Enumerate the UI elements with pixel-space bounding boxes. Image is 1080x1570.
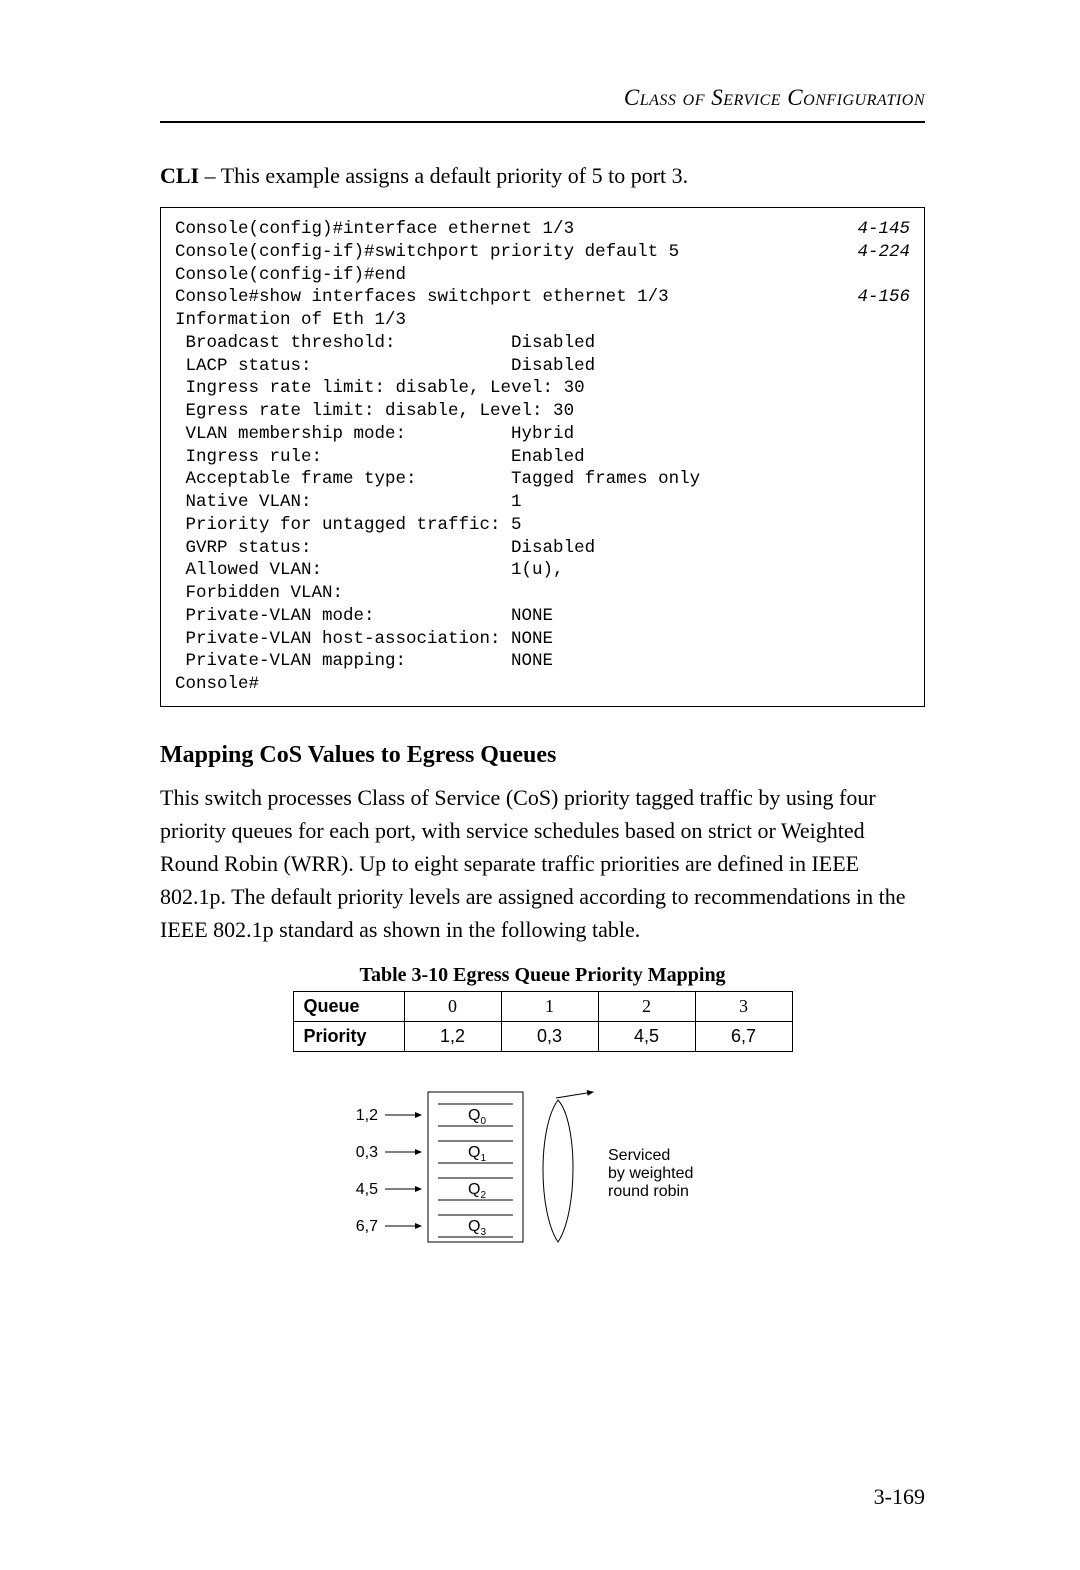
cli-intro-lead: CLI bbox=[160, 163, 199, 188]
row-label: Queue bbox=[293, 991, 404, 1021]
table-cell: 0 bbox=[404, 991, 501, 1021]
cli-line: Private-VLAN host-association: NONE bbox=[175, 628, 910, 651]
cli-line: Allowed VLAN: 1(u), bbox=[175, 559, 910, 582]
section-heading: Mapping CoS Values to Egress Queues bbox=[160, 742, 925, 769]
cli-text: Egress rate limit: disable, Level: 30 bbox=[175, 400, 574, 423]
cli-line: Ingress rule: Enabled bbox=[175, 446, 910, 469]
cli-intro: CLI – This example assigns a default pri… bbox=[160, 163, 925, 189]
cli-line: Ingress rate limit: disable, Level: 30 bbox=[175, 377, 910, 400]
cli-line: LACP status: Disabled bbox=[175, 355, 910, 378]
diagram-input: 1,2 bbox=[355, 1107, 377, 1124]
egress-table: Queue 0 1 2 3 Priority 1,2 0,3 4,5 6,7 bbox=[293, 991, 793, 1052]
cli-page-ref: 4-156 bbox=[837, 286, 910, 309]
cli-text: Private-VLAN mapping: NONE bbox=[175, 650, 553, 673]
cli-text: Information of Eth 1/3 bbox=[175, 309, 406, 332]
queue-diagram-svg: 1,2 Q0 0,3 Q1 4,5 Q2 6,7 bbox=[323, 1082, 763, 1262]
diagram-queue-label: Q1 bbox=[468, 1144, 486, 1164]
cli-text: Ingress rule: Enabled bbox=[175, 446, 585, 469]
cli-line: VLAN membership mode: Hybrid bbox=[175, 423, 910, 446]
cli-text: Private-VLAN host-association: NONE bbox=[175, 628, 553, 651]
cli-line: Console(config-if)#switchport priority d… bbox=[175, 241, 910, 264]
cli-text: Private-VLAN mode: NONE bbox=[175, 605, 553, 628]
table-cell: 2 bbox=[598, 991, 695, 1021]
diagram-queue-label: Q3 bbox=[468, 1218, 486, 1238]
table-cell: 4,5 bbox=[598, 1021, 695, 1051]
queue-diagram: 1,2 Q0 0,3 Q1 4,5 Q2 6,7 bbox=[160, 1082, 925, 1267]
cli-text: Acceptable frame type: Tagged frames onl… bbox=[175, 468, 700, 491]
table-row: Priority 1,2 0,3 4,5 6,7 bbox=[293, 1021, 792, 1051]
table-cell: 1,2 bbox=[404, 1021, 501, 1051]
cli-text: Console# bbox=[175, 673, 259, 696]
cli-text: Forbidden VLAN: bbox=[175, 582, 511, 605]
cli-text: Console(config-if)#switchport priority d… bbox=[175, 241, 679, 264]
table-row: Queue 0 1 2 3 bbox=[293, 991, 792, 1021]
cli-line: Console(config-if)#end bbox=[175, 264, 910, 287]
cli-line: Native VLAN: 1 bbox=[175, 491, 910, 514]
cli-line: Egress rate limit: disable, Level: 30 bbox=[175, 400, 910, 423]
cli-page-ref: 4-145 bbox=[837, 218, 910, 241]
cli-line: Information of Eth 1/3 bbox=[175, 309, 910, 332]
cli-line: Console(config)#interface ethernet 1/3 4-… bbox=[175, 218, 910, 241]
header-rule bbox=[160, 121, 925, 123]
cli-text: Console(config)#interface ethernet 1/3 bbox=[175, 218, 574, 241]
running-head: Class of Service Configuration bbox=[160, 85, 925, 111]
row-label: Priority bbox=[293, 1021, 404, 1051]
section-paragraph: This switch processes Class of Service (… bbox=[160, 781, 925, 946]
cli-text: Console#show interfaces switchport ether… bbox=[175, 286, 669, 309]
diagram-queue-label: Q2 bbox=[468, 1181, 486, 1201]
cli-text: VLAN membership mode: Hybrid bbox=[175, 423, 574, 446]
cli-text: Native VLAN: 1 bbox=[175, 491, 522, 514]
diagram-input: 4,5 bbox=[355, 1181, 377, 1198]
cli-text: GVRP status: Disabled bbox=[175, 537, 595, 560]
diagram-input: 0,3 bbox=[355, 1144, 377, 1161]
cli-line: Private-VLAN mapping: NONE bbox=[175, 650, 910, 673]
cli-text: Ingress rate limit: disable, Level: 30 bbox=[175, 377, 585, 400]
cli-output-box: Console(config)#interface ethernet 1/3 4-… bbox=[160, 207, 925, 707]
cli-line: Console# bbox=[175, 673, 910, 696]
diagram-input: 6,7 bbox=[355, 1218, 377, 1235]
cli-text: Allowed VLAN: 1(u), bbox=[175, 559, 564, 582]
table-cell: 1 bbox=[501, 991, 598, 1021]
cli-line: GVRP status: Disabled bbox=[175, 537, 910, 560]
cli-line: Priority for untagged traffic: 5 bbox=[175, 514, 910, 537]
diagram-caption: Serviced by weighted round robin bbox=[608, 1147, 698, 1200]
cli-text: Priority for untagged traffic: 5 bbox=[175, 514, 522, 537]
table-caption: Table 3-10 Egress Queue Priority Mapping bbox=[160, 964, 925, 987]
table-cell: 0,3 bbox=[501, 1021, 598, 1051]
cli-text: Broadcast threshold: Disabled bbox=[175, 332, 595, 355]
cli-line: Acceptable frame type: Tagged frames onl… bbox=[175, 468, 910, 491]
cli-line: Forbidden VLAN: bbox=[175, 582, 910, 605]
table-cell: 3 bbox=[695, 991, 792, 1021]
cli-text: LACP status: Disabled bbox=[175, 355, 595, 378]
page: Class of Service Configuration CLI – Thi… bbox=[0, 0, 1080, 1570]
cli-line: Console#show interfaces switchport ether… bbox=[175, 286, 910, 309]
page-number: 3-169 bbox=[874, 1484, 925, 1510]
cli-page-ref: 4-224 bbox=[837, 241, 910, 264]
cli-line: Private-VLAN mode: NONE bbox=[175, 605, 910, 628]
table-cell: 6,7 bbox=[695, 1021, 792, 1051]
cli-line: Broadcast threshold: Disabled bbox=[175, 332, 910, 355]
cli-text: Console(config-if)#end bbox=[175, 264, 406, 287]
cli-intro-rest: – This example assigns a default priorit… bbox=[199, 163, 688, 188]
diagram-queue-label: Q0 bbox=[468, 1107, 486, 1127]
